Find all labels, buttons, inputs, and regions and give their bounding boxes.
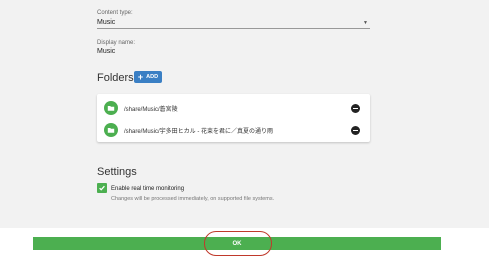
dropdown-caret-icon[interactable]: ▼ (363, 20, 368, 26)
add-folder-label: ADD (146, 74, 159, 80)
settings-title: Settings (97, 166, 137, 178)
folders-title: Folders (97, 72, 134, 84)
add-folder-button[interactable]: + ADD (134, 71, 162, 83)
content-type-label: Content type: (97, 10, 133, 16)
realtime-monitoring-checkbox[interactable] (97, 183, 107, 193)
content-type-underline (97, 28, 370, 29)
display-name-label: Display name: (97, 40, 136, 46)
footer-bar: OK (0, 228, 489, 258)
folder-row[interactable]: /share/Music/蒼宮陵 (97, 97, 370, 119)
folder-row[interactable]: /share/Music/宇多田ヒカル - 花束を君に／真夏の通り雨 (97, 119, 370, 141)
checkbox-checked-icon (99, 185, 105, 191)
highlight-annotation (204, 231, 272, 256)
folder-icon (104, 123, 118, 137)
remove-circle-icon[interactable] (351, 126, 360, 135)
remove-circle-icon[interactable] (351, 104, 360, 113)
display-name-input[interactable]: Music (97, 48, 115, 55)
realtime-monitoring-label[interactable]: Enable real time monitoring (111, 186, 184, 192)
folder-path: /share/Music/宇多田ヒカル - 花束を君に／真夏の通り雨 (124, 129, 274, 135)
content-type-value[interactable]: Music (97, 19, 115, 26)
folder-icon (104, 101, 118, 115)
realtime-monitoring-hint: Changes will be processed immediately, o… (111, 196, 275, 202)
folder-path: /share/Music/蒼宮陵 (124, 107, 178, 113)
add-icon: + (137, 71, 144, 82)
folders-list: /share/Music/蒼宮陵 /share/Music/宇多田ヒカル - 花… (97, 94, 370, 142)
